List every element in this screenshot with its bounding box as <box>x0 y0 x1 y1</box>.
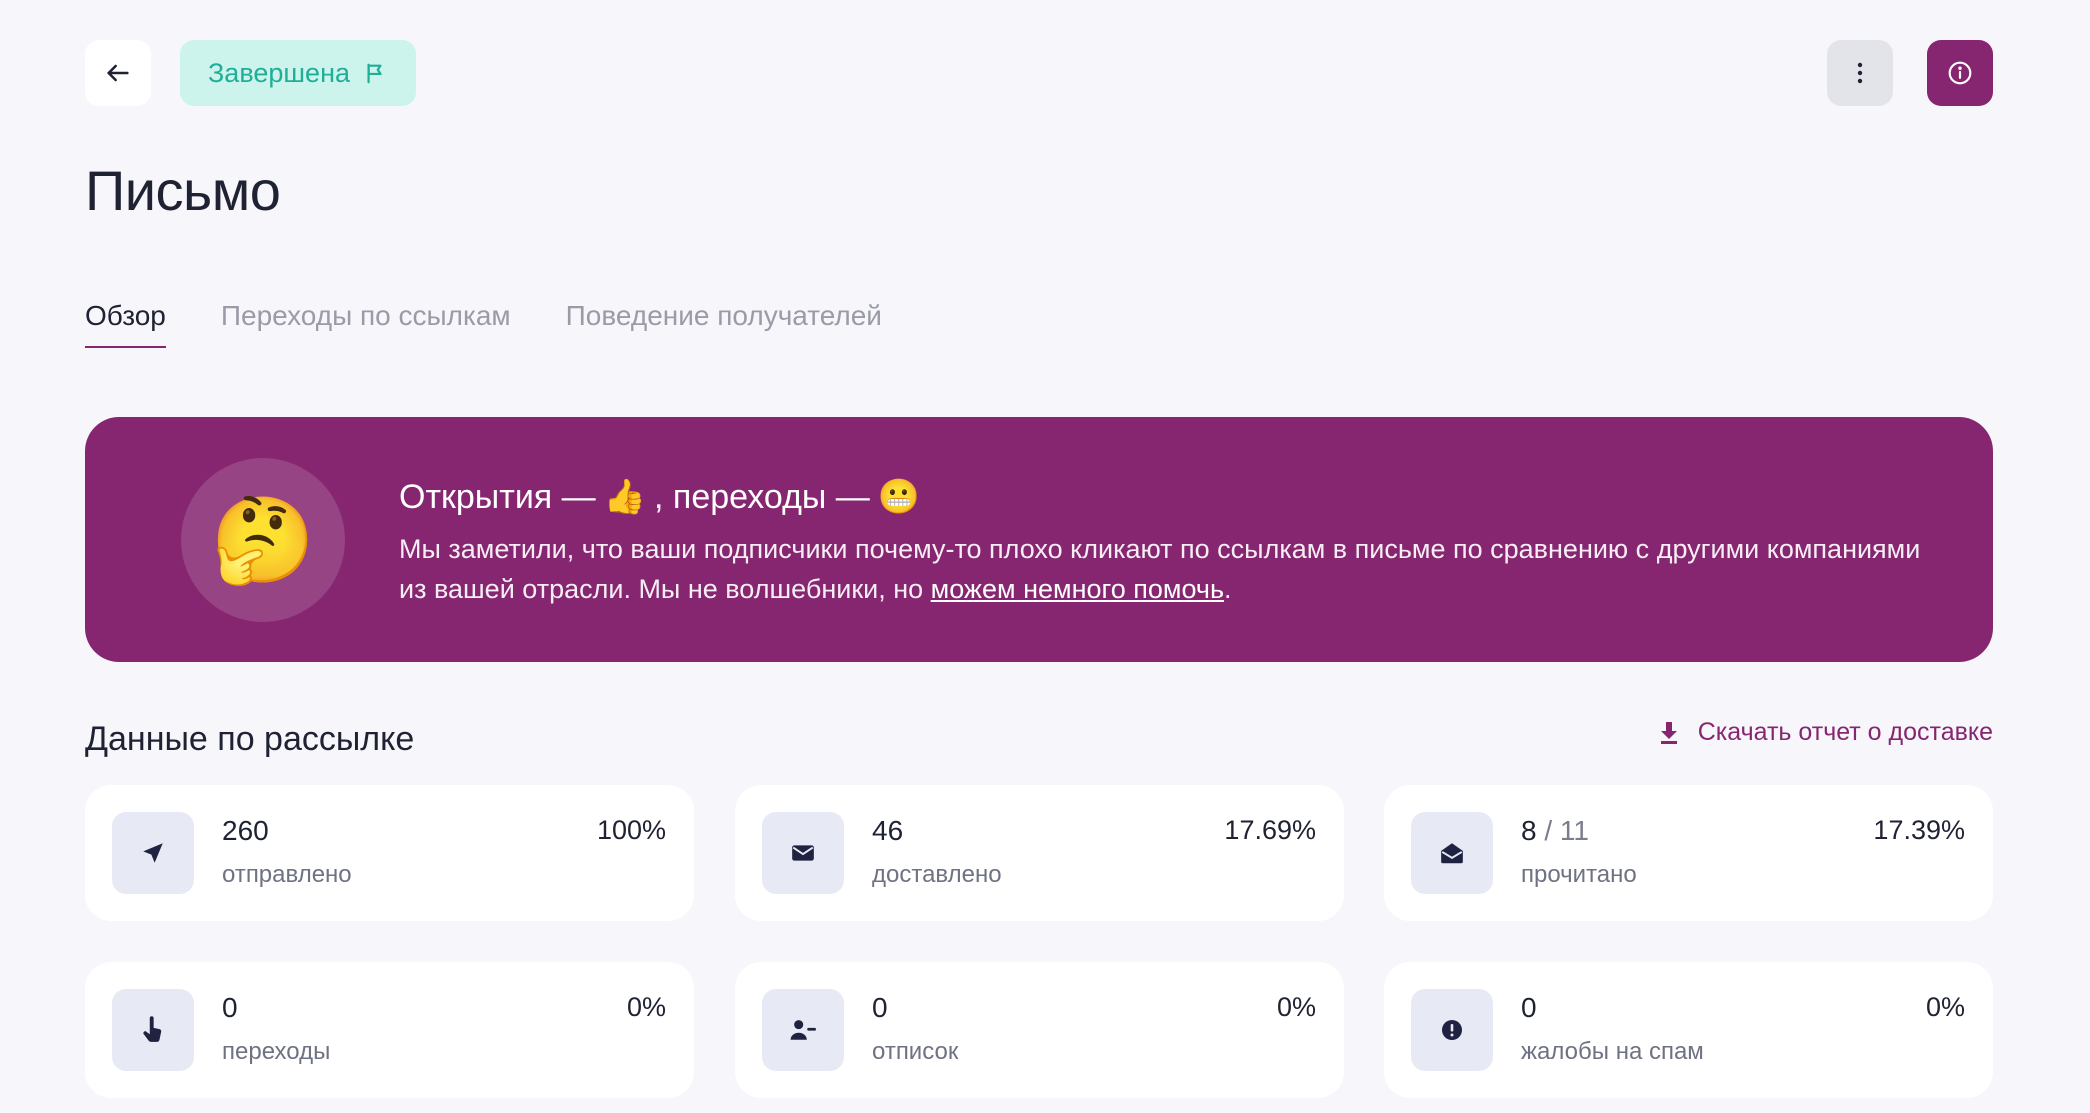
user-minus-icon <box>790 1020 816 1040</box>
stat-label: отписок <box>872 1038 959 1065</box>
insight-banner: 🤔 Открытия — 👍 , переходы — 😬 Мы заметил… <box>85 417 1993 662</box>
tab-link-clicks[interactable]: Переходы по ссылкам <box>221 300 511 348</box>
card-icon-tile <box>762 989 844 1071</box>
stat-value-total: / 11 <box>1536 815 1589 846</box>
stat-percent: 100% <box>596 815 666 845</box>
thumbs-up-icon: 👍 <box>603 478 647 516</box>
top-bar: Завершена <box>85 40 1993 106</box>
stat-percent: 17.69% <box>1224 815 1316 845</box>
banner-text-end: . <box>1224 574 1232 604</box>
stat-percent: 0% <box>626 992 666 1022</box>
stat-percent: 17.39% <box>1873 815 1965 845</box>
tab-bar: Обзор Переходы по ссылкам Поведение полу… <box>85 300 882 348</box>
tab-overview[interactable]: Обзор <box>85 300 166 348</box>
stat-value: 0 <box>222 992 238 1023</box>
stat-card-unsubscribes: 0 отписок 0% <box>735 962 1344 1098</box>
envelope-icon <box>792 845 814 861</box>
more-options-button[interactable] <box>1827 40 1893 106</box>
stat-percent: 0% <box>1925 992 1965 1022</box>
stat-value: 260 <box>222 815 269 846</box>
stat-value: 46 <box>872 815 904 846</box>
banner-text: Мы заметили, что ваши подписчики почему-… <box>399 529 1939 609</box>
stat-value: 0 <box>1521 992 1537 1023</box>
download-icon <box>1660 721 1677 744</box>
card-icon-tile <box>112 812 194 894</box>
thinking-face-icon: 🤔 <box>181 458 345 622</box>
stat-card-clicks: 0 переходы 0% <box>85 962 694 1098</box>
stat-card-read: 8 / 11 прочитано 17.39% <box>1384 785 1993 921</box>
stat-percent: 0% <box>1276 992 1316 1022</box>
alert-icon <box>1442 1020 1462 1040</box>
banner-emoji: 🤔 <box>210 493 316 587</box>
card-icon-tile <box>112 989 194 1071</box>
pointer-icon <box>143 1016 162 1042</box>
section-title: Данные по рассылке <box>85 720 415 758</box>
download-report-link[interactable]: Скачать отчет о доставке <box>1658 718 1993 747</box>
status-label: Завершена <box>208 57 351 88</box>
stat-card-spam: 0 жалобы на спам 0% <box>1384 962 1993 1098</box>
arrow-left-icon <box>107 64 129 82</box>
card-icon-tile <box>1411 812 1493 894</box>
help-link[interactable]: можем немного помочь <box>931 574 1224 604</box>
flag-icon <box>367 63 382 84</box>
status-badge: Завершена <box>180 40 417 106</box>
envelope-open-icon <box>1441 843 1463 864</box>
back-button[interactable] <box>85 40 151 106</box>
info-button[interactable] <box>1927 40 1993 106</box>
more-vertical-icon <box>1857 62 1863 84</box>
card-icon-tile <box>1411 989 1493 1071</box>
stat-label: переходы <box>222 1038 331 1065</box>
banner-title: Открытия — 👍 , переходы — 😬 <box>399 477 920 517</box>
stat-value: 8 / 11 <box>1521 815 1589 847</box>
stat-label: жалобы на спам <box>1521 1038 1704 1065</box>
stat-card-delivered: 46 доставлено 17.69% <box>735 785 1344 921</box>
banner-title-part2: , переходы — <box>654 477 870 516</box>
stat-value: 0 <box>872 992 888 1023</box>
send-icon <box>143 843 163 863</box>
info-icon <box>1948 61 1972 85</box>
page-title: Письмо <box>85 159 281 222</box>
card-icon-tile <box>762 812 844 894</box>
stat-label: прочитано <box>1521 861 1637 888</box>
grimacing-face-icon: 😬 <box>877 478 921 516</box>
download-report-label: Скачать отчет о доставке <box>1697 718 1993 746</box>
stat-value-read: 8 <box>1521 815 1537 846</box>
stat-label: доставлено <box>872 861 1002 888</box>
tab-recipient-behavior[interactable]: Поведение получателей <box>566 300 882 348</box>
stat-card-sent: 260 отправлено 100% <box>85 785 694 921</box>
stat-label: отправлено <box>222 861 352 888</box>
banner-title-part1: Открытия — <box>399 477 596 516</box>
